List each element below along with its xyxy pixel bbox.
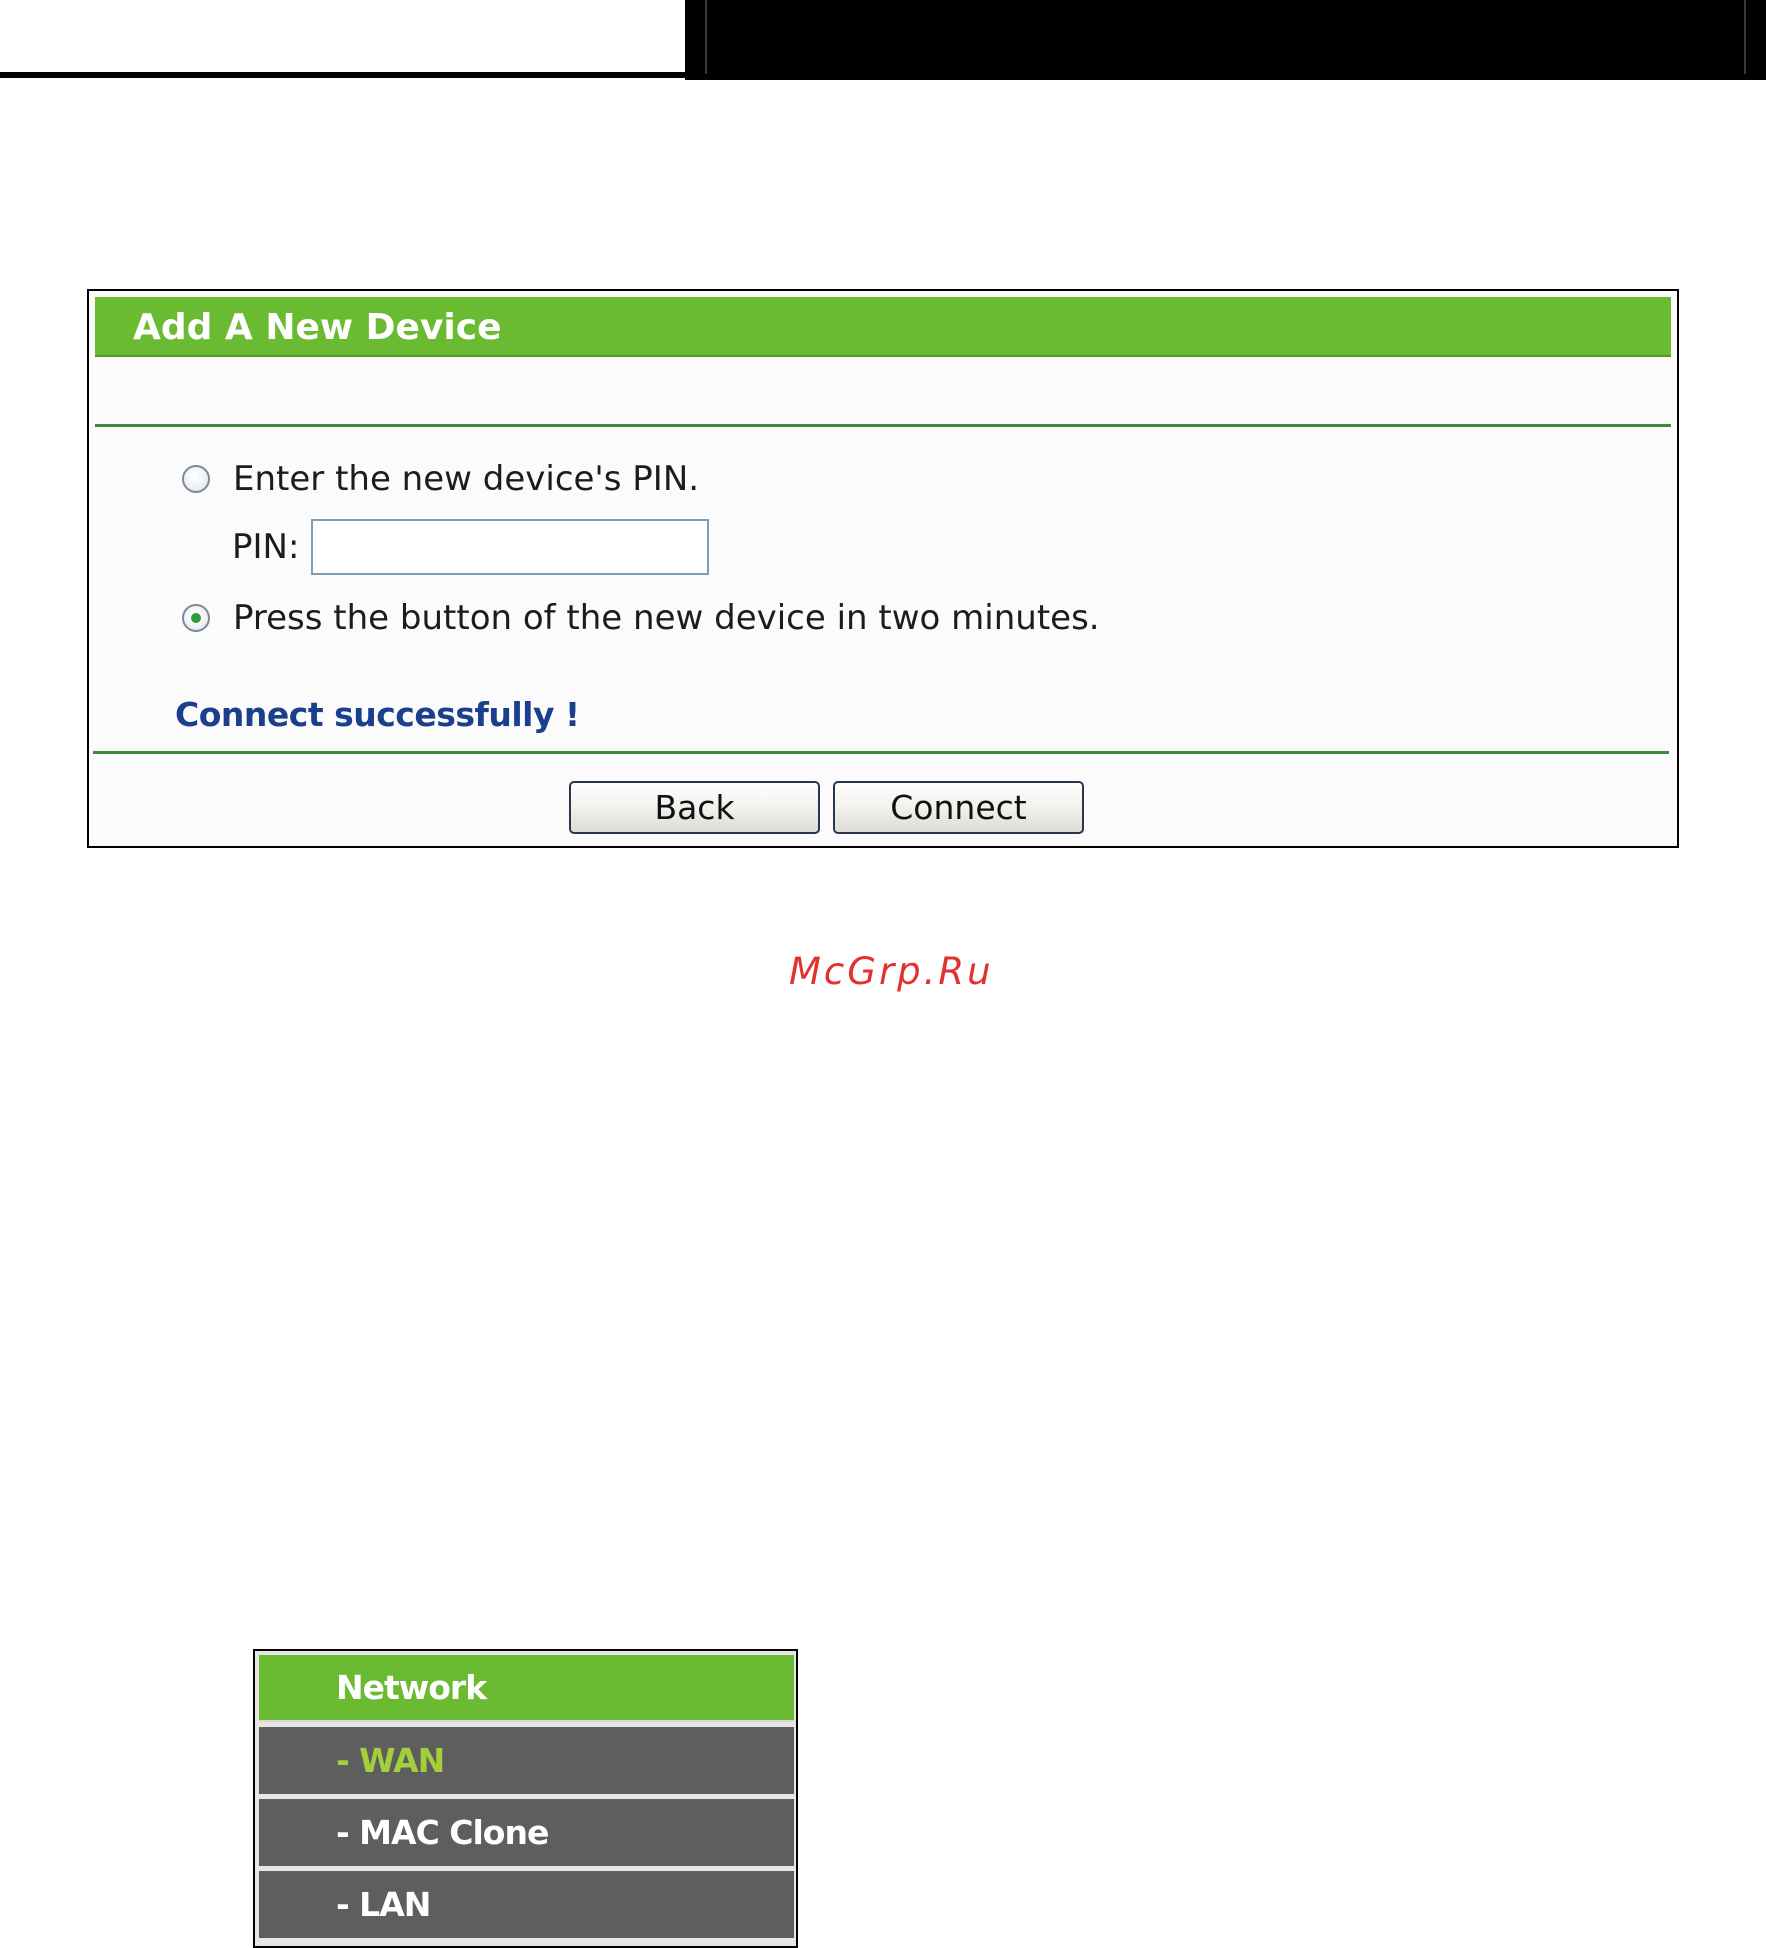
panel-header: Add A New Device <box>95 297 1671 357</box>
watermark: McGrp.Ru <box>789 950 994 993</box>
button-option-radio[interactable] <box>182 604 210 632</box>
divider <box>93 751 1669 754</box>
menu-item-wan[interactable]: - WAN <box>259 1727 794 1794</box>
pin-field-label: PIN: <box>232 527 300 567</box>
status-message: Connect successfully ! <box>175 695 580 734</box>
add-device-panel: Add A New Device Enter the new device's … <box>87 289 1679 848</box>
menu-item-label: - WAN <box>336 1741 445 1780</box>
page: Add A New Device Enter the new device's … <box>0 0 1766 1948</box>
pin-input[interactable] <box>311 519 710 575</box>
pin-option-row[interactable]: Enter the new device's PIN. <box>182 459 699 499</box>
menu-item-label: - LAN <box>336 1885 431 1924</box>
pin-option-label[interactable]: Enter the new device's PIN. <box>233 459 699 499</box>
button-option-row[interactable]: Press the button of the new device in tw… <box>182 598 1100 638</box>
header-bar-left-edge <box>685 0 707 74</box>
header-bar-right-edge <box>1744 0 1766 74</box>
connect-button[interactable]: Connect <box>833 781 1084 834</box>
menu-item-network[interactable]: Network <box>259 1655 794 1722</box>
panel-title: Add A New Device <box>133 307 502 348</box>
network-menu: Network - WAN - MAC Clone - LAN <box>253 1649 798 1948</box>
back-button[interactable]: Back <box>569 781 820 834</box>
pin-field-row: PIN: <box>232 518 710 576</box>
pin-option-radio[interactable] <box>182 465 210 493</box>
divider <box>95 424 1671 427</box>
button-option-label[interactable]: Press the button of the new device in tw… <box>233 598 1100 638</box>
menu-header-label: Network <box>336 1668 487 1707</box>
menu-item-lan[interactable]: - LAN <box>259 1871 794 1938</box>
menu-item-mac-clone[interactable]: - MAC Clone <box>259 1799 794 1866</box>
header-bar <box>685 0 1766 80</box>
menu-item-label: - MAC Clone <box>336 1813 549 1852</box>
